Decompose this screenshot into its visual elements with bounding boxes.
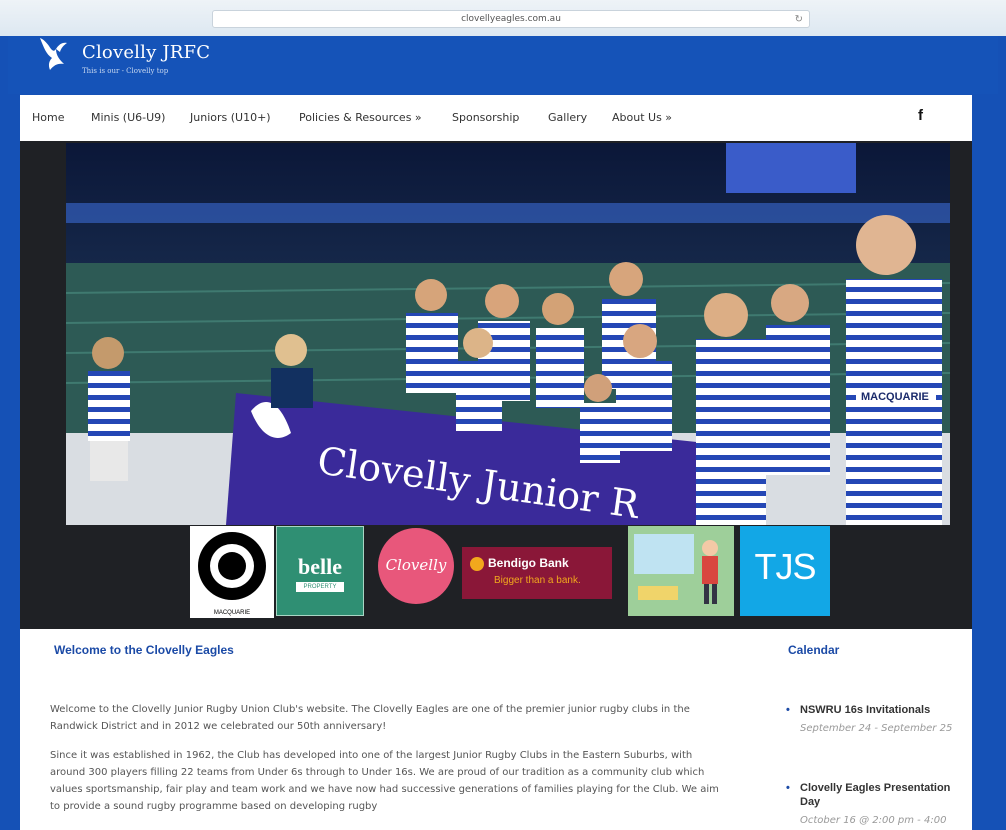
bendigo-sub-text: Bigger than a bank.	[494, 575, 581, 586]
nav-gallery[interactable]: Gallery	[548, 111, 587, 124]
welcome-heading: Welcome to the Clovelly Eagles	[54, 643, 234, 657]
sponsor-tjs[interactable]: TJS	[740, 526, 830, 616]
nav-about-us[interactable]: About Us »	[612, 111, 672, 124]
event-date: October 16 @ 2:00 pm - 4:00	[800, 815, 947, 826]
belle-sub-text: PROPERTY	[296, 582, 344, 592]
browser-toolbar: clovellyeagles.com.au ↻	[0, 0, 1006, 36]
sponsor-macquarie[interactable]: MACQUARIE	[190, 526, 274, 618]
macquarie-logo-text: MACQUARIE	[214, 610, 250, 616]
address-bar[interactable]: clovellyeagles.com.au ↻	[212, 10, 810, 28]
main-content: Welcome to the Clovelly Eagles Welcome t…	[20, 629, 972, 830]
team-photo: Clovelly Junior R MACQUARIE	[66, 143, 950, 525]
facebook-icon[interactable]: f	[918, 107, 923, 124]
main-nav: Home Minis (U6-U9) Juniors (U10+) Polici…	[20, 95, 972, 141]
bendigo-title-text: Bendigo Bank	[488, 556, 569, 570]
calendar-heading: Calendar	[788, 643, 840, 657]
bendigo-logo-icon	[470, 557, 484, 571]
tjs-logo-text: TJS	[754, 546, 816, 587]
sponsor-illustration[interactable]	[628, 526, 734, 616]
site-header: Clovelly JRFC This is our - Clovelly top	[8, 36, 998, 94]
address-text: clovellyeagles.com.au	[461, 14, 561, 24]
nav-juniors[interactable]: Juniors (U10+)	[190, 111, 271, 124]
sponsor-clovelly[interactable]: Clovelly	[378, 526, 458, 618]
nav-home[interactable]: Home	[32, 111, 64, 124]
sponsor-bendigo-bank[interactable]: Bendigo Bank Bigger than a bank.	[462, 547, 612, 599]
history-paragraph: Since it was established in 1962, the Cl…	[50, 750, 719, 812]
clovelly-logo-text: Clovelly	[385, 556, 447, 574]
sponsor-belle-property[interactable]: belle PROPERTY	[276, 526, 364, 616]
welcome-paragraph: Welcome to the Clovelly Junior Rugby Uni…	[50, 704, 690, 732]
hero-section: Clovelly Junior R MACQUARIE MACQUARIE be…	[20, 141, 972, 629]
cartoon-person-icon	[634, 534, 718, 604]
nav-sponsorship[interactable]: Sponsorship	[452, 111, 519, 124]
site-tagline: This is our - Clovelly top	[82, 67, 169, 75]
reload-icon[interactable]: ↻	[795, 12, 803, 28]
event-date: September 24 - September 25	[800, 723, 953, 734]
event-title[interactable]: Clovelly Eagles Presentation Day	[800, 781, 966, 809]
nav-policies-resources[interactable]: Policies & Resources »	[299, 111, 422, 124]
nav-minis[interactable]: Minis (U6-U9)	[91, 111, 165, 124]
jersey-sponsor-text: MACQUARIE	[861, 391, 929, 403]
belle-logo-text: belle	[298, 554, 342, 579]
bullet-icon: •	[786, 704, 790, 716]
eagle-logo-icon[interactable]	[36, 34, 70, 74]
bullet-icon: •	[786, 782, 790, 794]
site-title[interactable]: Clovelly JRFC	[82, 42, 210, 63]
macquarie-logo-icon: MACQUARIE	[198, 532, 266, 616]
event-title[interactable]: NSWRU 16s Invitationals	[800, 703, 966, 717]
